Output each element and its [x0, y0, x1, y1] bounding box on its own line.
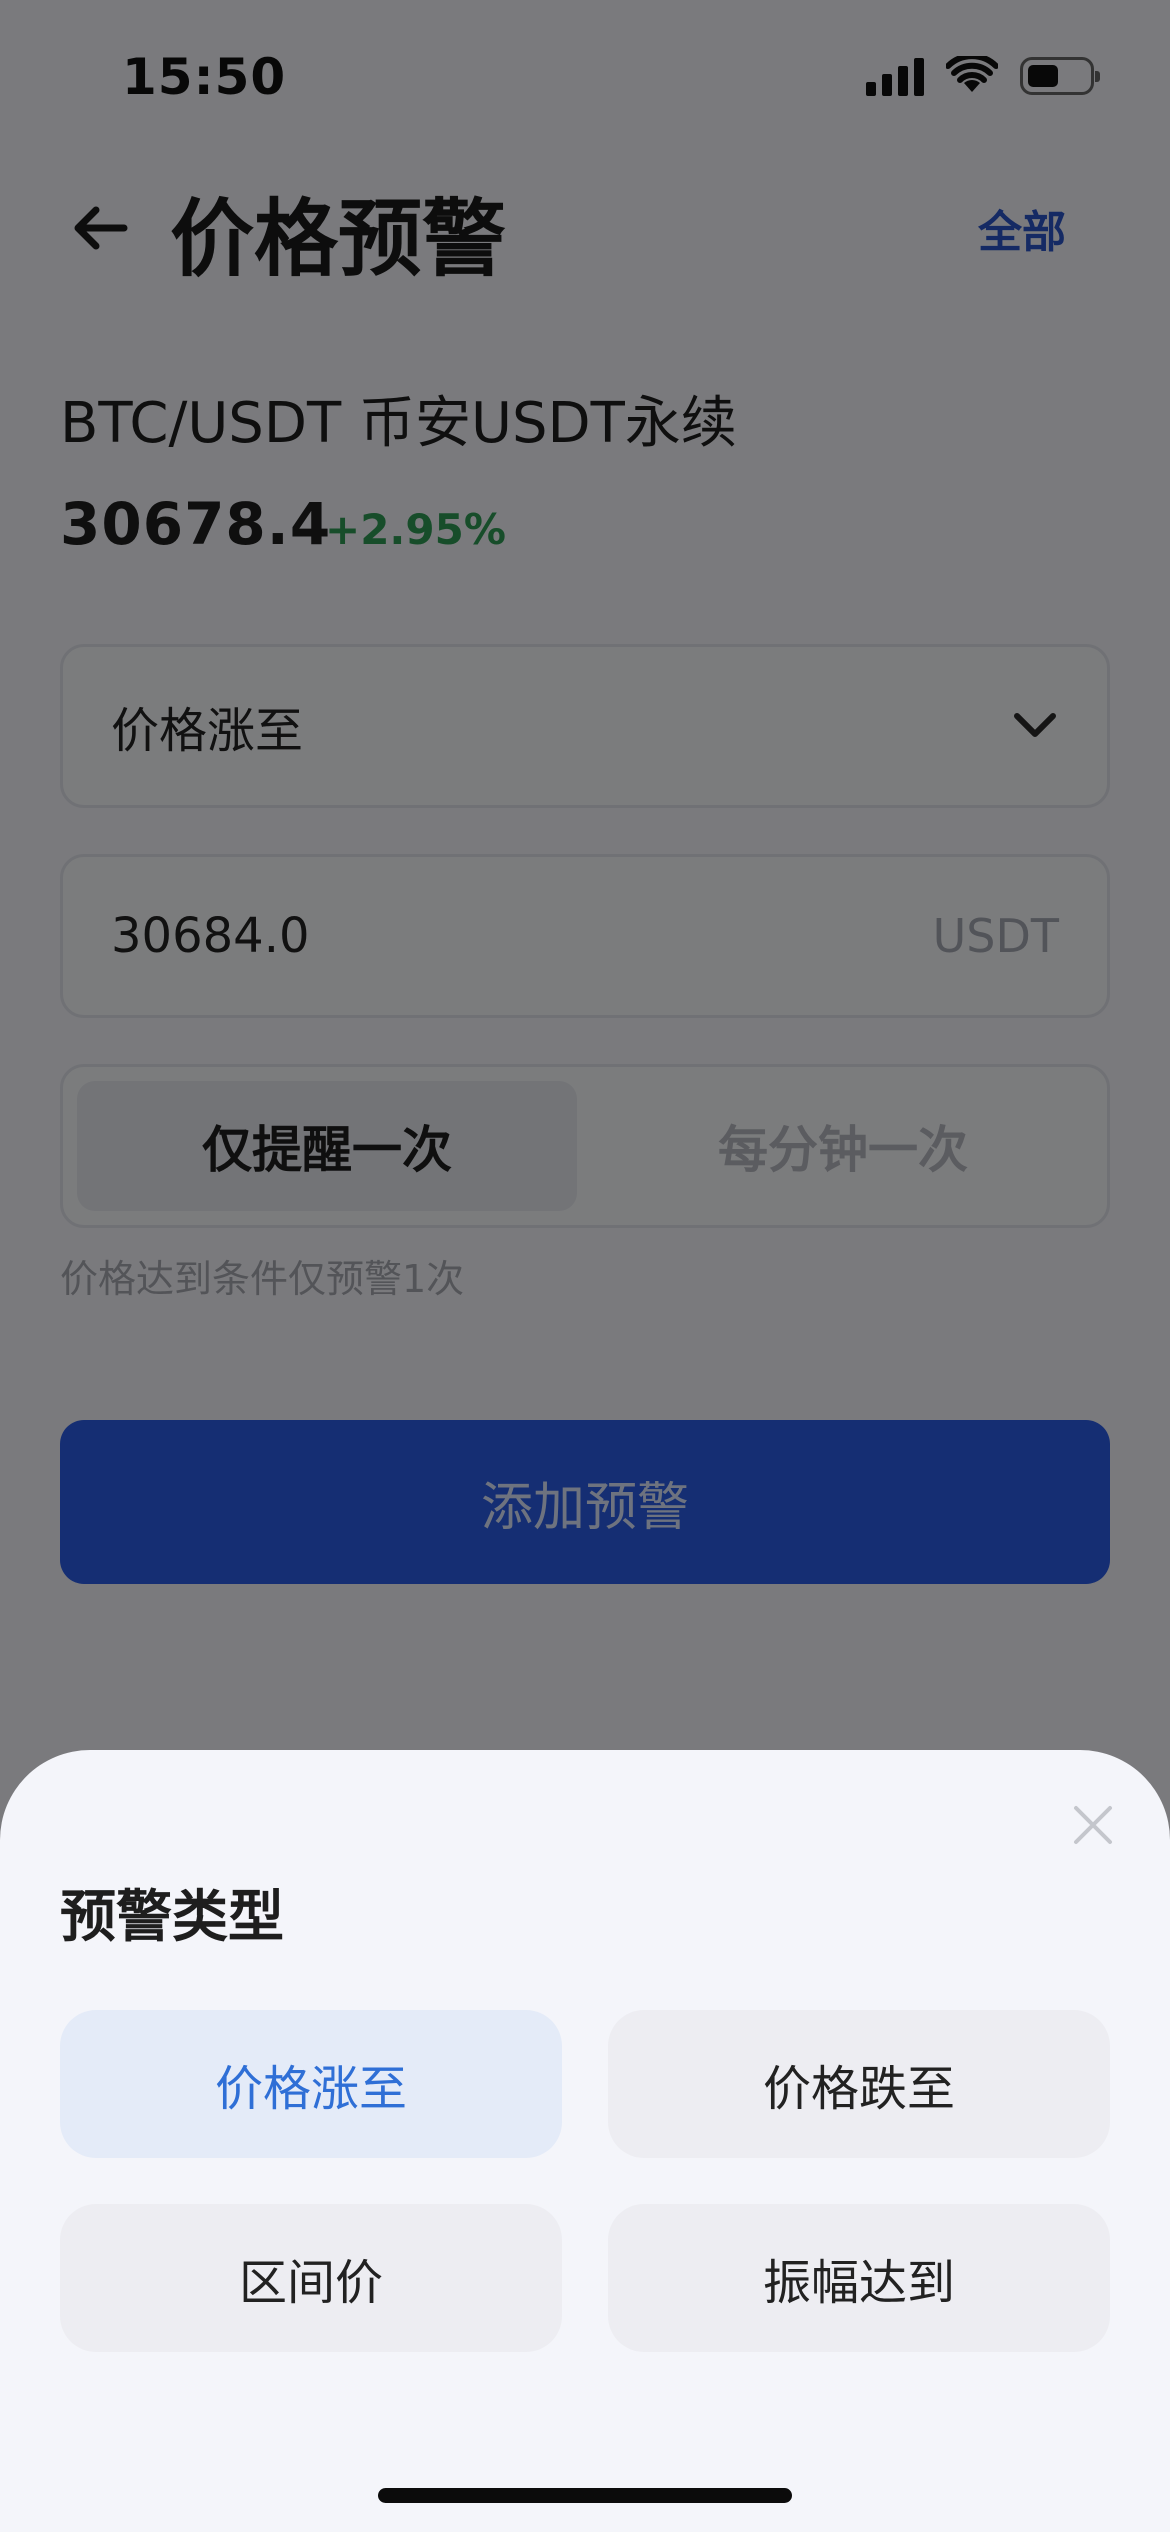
home-indicator[interactable] — [378, 2488, 792, 2503]
alert-type-option-amplitude[interactable]: 振幅达到 — [608, 2204, 1110, 2352]
sheet-title: 预警类型 — [60, 1885, 284, 1950]
alert-type-option-rise-to[interactable]: 价格涨至 — [60, 2010, 562, 2158]
close-icon[interactable] — [1068, 1800, 1118, 1850]
alert-type-option-fall-to[interactable]: 价格跌至 — [608, 2010, 1110, 2158]
price-alert-screen: 15:50 价格预警 全部 BTC/USDT 币安USDT永续 30678.4 … — [0, 0, 1170, 2532]
alert-type-option-range[interactable]: 区间价 — [60, 2204, 562, 2352]
alert-type-sheet: 预警类型 价格涨至 价格跌至 区间价 振幅达到 — [0, 1750, 1170, 2532]
